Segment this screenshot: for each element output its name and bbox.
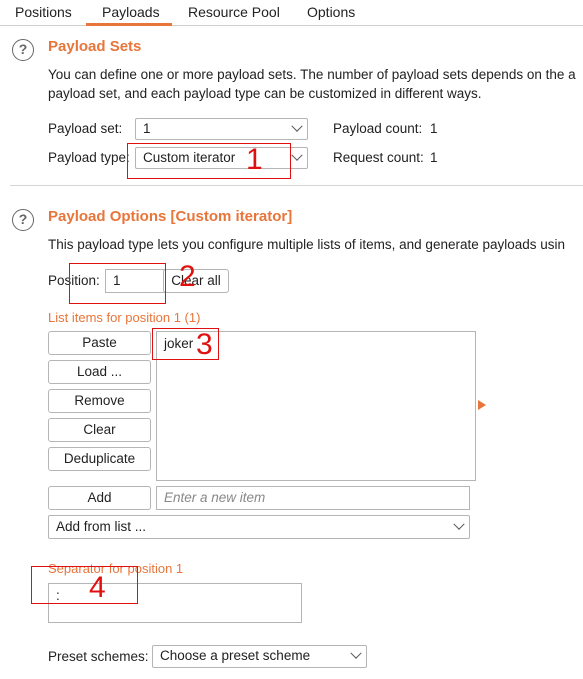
- annotation-number-2: 2: [179, 260, 196, 293]
- new-item-input[interactable]: Enter a new item: [156, 486, 470, 510]
- tab-positions[interactable]: Positions: [15, 4, 72, 20]
- payload-options-description: This payload type lets you configure mul…: [48, 237, 566, 252]
- payload-sets-title: Payload Sets: [48, 38, 142, 55]
- tab-options[interactable]: Options: [307, 4, 355, 20]
- payload-options-title: Payload Options [Custom iterator]: [48, 208, 293, 225]
- annotation-number-1: 1: [246, 143, 263, 176]
- help-icon[interactable]: ?: [12, 209, 34, 231]
- preset-schemes-label: Preset schemes:: [48, 649, 149, 664]
- annotation-box-4: [31, 566, 138, 604]
- section-divider: [10, 185, 583, 186]
- payload-count-label: Payload count:: [333, 121, 423, 136]
- payload-sets-description-2: payload set, and each payload type can b…: [48, 86, 482, 101]
- preset-schemes-select[interactable]: Choose a preset scheme: [152, 645, 367, 668]
- deduplicate-button[interactable]: Deduplicate: [48, 447, 151, 471]
- add-from-list-value: Add from list ...: [56, 519, 147, 534]
- annotation-box-1: [127, 143, 291, 179]
- payload-set-value: 1: [143, 121, 151, 136]
- preset-schemes-value: Choose a preset scheme: [160, 648, 311, 663]
- add-button[interactable]: Add: [48, 486, 151, 510]
- payload-count-value: 1: [430, 121, 438, 136]
- tab-payloads[interactable]: Payloads: [102, 4, 160, 20]
- annotation-number-4: 4: [89, 571, 106, 604]
- request-count-label: Request count:: [333, 150, 424, 165]
- annotation-number-3: 3: [196, 328, 213, 361]
- payload-sets-description-1: You can define one or more payload sets.…: [48, 67, 576, 82]
- expand-arrow-icon[interactable]: [478, 400, 486, 410]
- remove-button[interactable]: Remove: [48, 389, 151, 413]
- active-tab-indicator: [86, 23, 172, 26]
- tab-resource-pool[interactable]: Resource Pool: [188, 4, 280, 20]
- chevron-down-icon: [291, 149, 303, 161]
- clear-all-button[interactable]: Clear all: [163, 269, 229, 293]
- payload-set-label: Payload set:: [48, 121, 123, 136]
- chevron-down-icon: [350, 647, 362, 659]
- list-items-label: List items for position 1 (1): [48, 310, 201, 325]
- clear-button[interactable]: Clear: [48, 418, 151, 442]
- annotation-box-2: [69, 263, 166, 304]
- chevron-down-icon: [291, 120, 303, 132]
- help-icon[interactable]: ?: [12, 39, 34, 61]
- request-count-value: 1: [430, 150, 438, 165]
- add-from-list-select[interactable]: Add from list ...: [48, 515, 470, 539]
- load-button[interactable]: Load ...: [48, 360, 151, 384]
- chevron-down-icon: [453, 518, 465, 530]
- payload-type-label: Payload type:: [48, 150, 130, 165]
- payload-set-select[interactable]: 1: [135, 118, 308, 140]
- tab-bar: Positions Payloads Resource Pool Options: [0, 0, 583, 26]
- paste-button[interactable]: Paste: [48, 331, 151, 355]
